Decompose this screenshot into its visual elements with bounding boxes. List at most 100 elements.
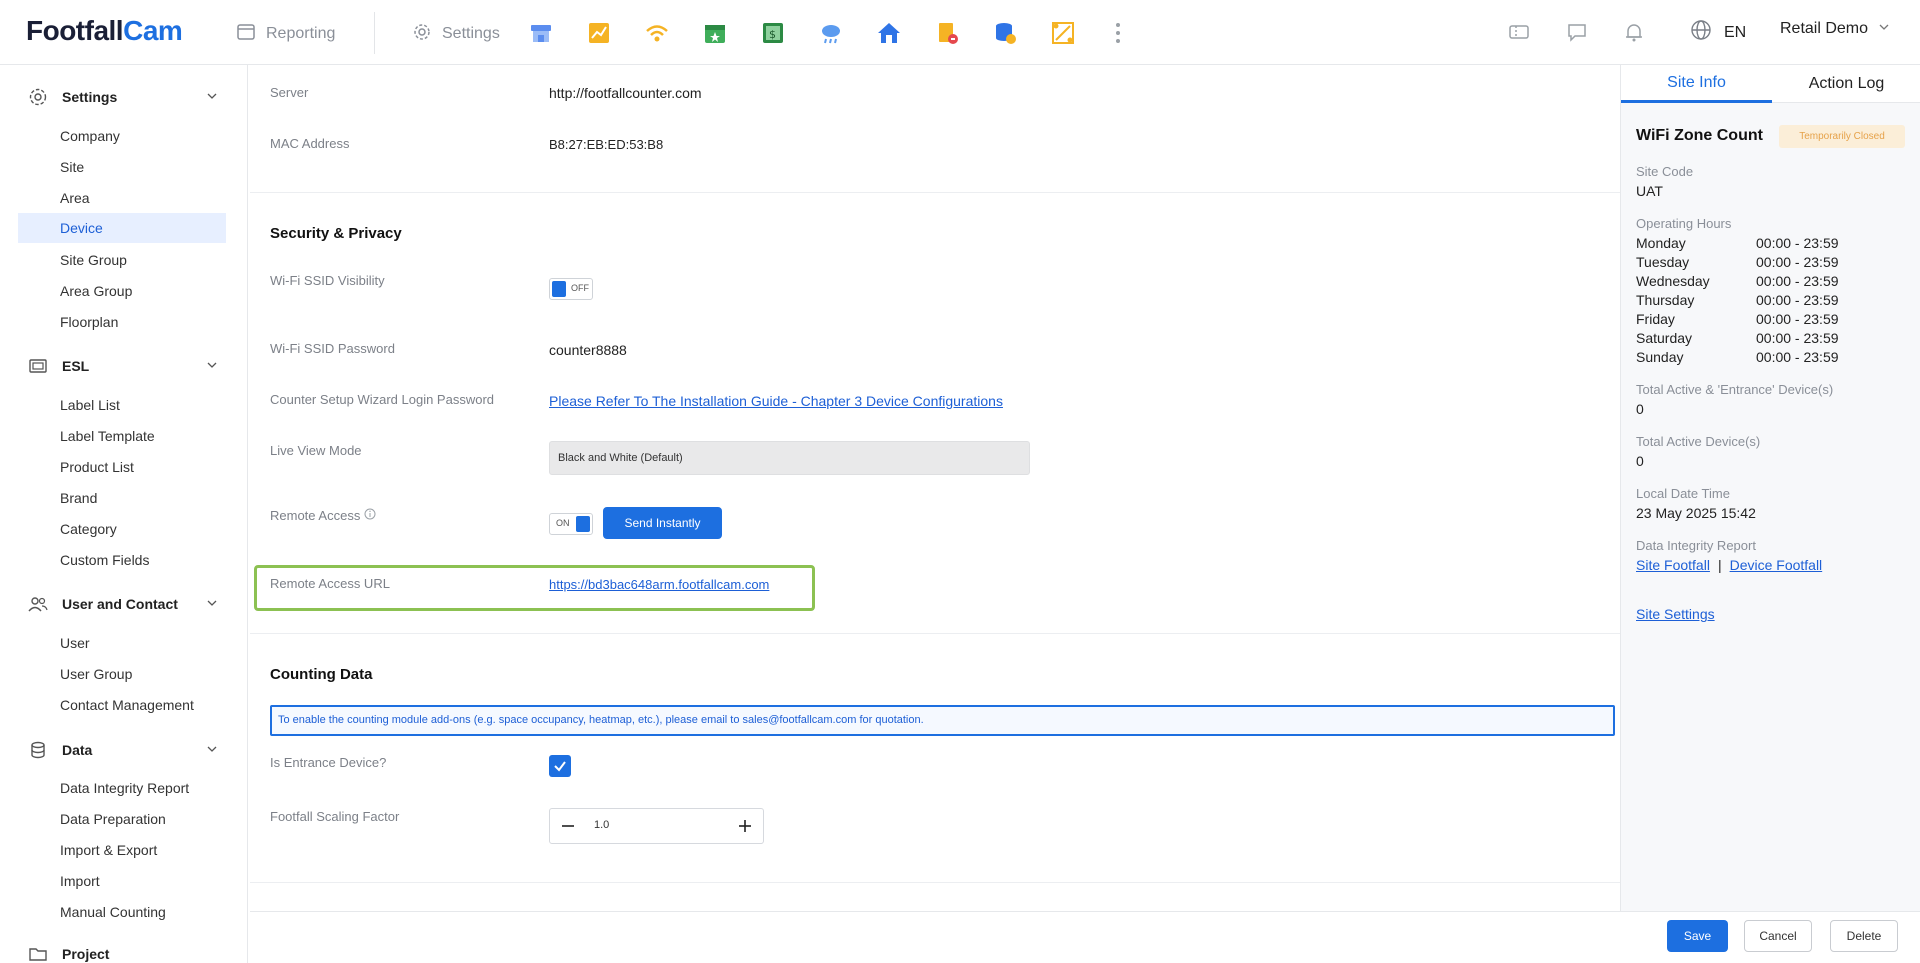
sidebar-section-project[interactable]: Project [28,942,218,963]
ssid-password-value: counter8888 [549,342,627,358]
decrement-button[interactable] [550,809,586,843]
bell-icon[interactable] [1621,19,1647,45]
svg-text:$: $ [769,28,776,41]
sidebar-item-user-group[interactable]: User Group [18,659,226,689]
sidebar-item-category[interactable]: Category [18,514,226,544]
send-instantly-button[interactable]: Send Instantly [603,507,722,539]
account-menu[interactable]: Retail Demo [1780,20,1890,38]
live-view-mode-select[interactable]: Black and White (Default) [549,441,1030,475]
addon-notice-banner: To enable the counting module add-ons (e… [270,705,1615,736]
more-apps-icon[interactable] [1110,18,1126,48]
hours-day: Tuesday [1636,254,1690,270]
delete-button[interactable]: Delete [1830,920,1898,952]
mac-address-label: MAC Address [270,136,350,151]
users-icon [28,594,48,614]
entrance-device-label: Is Entrance Device? [270,755,387,770]
remote-access-url-link[interactable]: https://bd3bac648arm.footfallcam.com [549,577,769,592]
logo-part-1: Footfall [26,15,124,46]
spreadsheet-icon[interactable]: $ [759,19,787,47]
site-footfall-link[interactable]: Site Footfall [1636,557,1710,573]
status-badge: Temporarily Closed [1779,125,1905,148]
chevron-down-icon [206,358,218,374]
calendar-icon[interactable] [701,19,729,47]
sidebar-item-site[interactable]: Site [18,152,226,182]
shop-icon[interactable] [527,19,555,47]
language-selector[interactable]: EN [1690,19,1746,46]
sidebar-item-data-integrity-report[interactable]: Data Integrity Report [18,773,226,803]
sidebar-item-custom-fields[interactable]: Custom Fields [18,545,226,575]
device-footfall-link[interactable]: Device Footfall [1730,557,1823,573]
sidebar-item-area[interactable]: Area [18,183,226,213]
sidebar-section-data[interactable]: Data [28,738,218,762]
ssid-password-label: Wi-Fi SSID Password [270,341,395,356]
increment-button[interactable] [727,809,763,843]
remote-access-toggle[interactable]: ON [549,513,593,535]
sidebar-item-data-preparation[interactable]: Data Preparation [18,804,226,834]
sidebar-item-import-export[interactable]: Import & Export [18,835,226,865]
hours-time: 00:00 - 23:59 [1756,235,1839,251]
sidebar-section-label: Project [62,946,110,962]
nav-reporting[interactable]: Reporting [236,22,335,46]
tab-site-info[interactable]: Site Info [1621,65,1772,103]
ssid-visibility-label: Wi-Fi SSID Visibility [270,273,385,288]
ssid-visibility-toggle[interactable]: OFF [549,278,593,300]
sidebar-section-esl[interactable]: ESL [28,354,218,378]
wifi-icon[interactable] [643,19,671,47]
total-active-value: 0 [1636,453,1644,469]
wizard-password-label: Counter Setup Wizard Login Password [270,392,495,407]
sidebar-item-import[interactable]: Import [18,866,226,896]
hours-time: 00:00 - 23:59 [1756,292,1839,308]
section-divider [250,882,1620,883]
sidebar-section-user-contact[interactable]: User and Contact [28,592,218,616]
sidebar-item-area-group[interactable]: Area Group [18,276,226,306]
checkmark-icon [554,761,566,772]
local-time-label: Local Date Time [1636,486,1730,501]
sidebar-item-contact-management[interactable]: Contact Management [18,690,226,720]
sidebar-item-product-list[interactable]: Product List [18,452,226,482]
database-icon[interactable] [991,19,1019,47]
sidebar-item-company[interactable]: Company [18,121,226,151]
toggle-state-label: ON [556,518,570,528]
footfallcam-logo[interactable]: FootfallCam [26,14,183,48]
chat-icon[interactable] [1564,19,1590,45]
weather-icon[interactable] [817,19,845,47]
hours-day: Sunday [1636,349,1684,365]
sidebar-item-device[interactable]: Device [18,213,226,243]
sidebar-item-manual-counting[interactable]: Manual Counting [18,897,226,927]
ticket-icon[interactable] [1506,19,1532,45]
save-button[interactable]: Save [1667,920,1728,952]
installation-guide-link[interactable]: Please Refer To The Installation Guide -… [549,393,1003,409]
toggle-knob [552,281,566,297]
total-entrance-label: Total Active & 'Entrance' Device(s) [1636,382,1834,397]
folder-icon [28,944,48,963]
sidebar-item-brand[interactable]: Brand [18,483,226,513]
nav-settings[interactable]: Settings [412,22,500,46]
settings-gear-icon [412,22,432,47]
tab-action-log[interactable]: Action Log [1772,65,1920,103]
hours-time: 00:00 - 23:59 [1756,311,1839,327]
sidebar-item-site-group[interactable]: Site Group [18,245,226,275]
sidebar-item-user[interactable]: User [18,628,226,658]
entrance-device-checkbox[interactable] [549,755,571,777]
sidebar: Settings Company Site Area Device Site G… [0,65,248,963]
info-icon[interactable] [364,508,376,523]
diagram-icon[interactable] [1049,19,1077,47]
chart-icon[interactable] [585,19,613,47]
scaling-factor-value[interactable]: 1.0 [594,819,609,831]
sidebar-item-label-template[interactable]: Label Template [18,421,226,451]
sidebar-section-settings[interactable]: Settings [28,85,218,109]
home-icon[interactable] [875,19,903,47]
document-alert-icon[interactable] [933,19,961,47]
sidebar-item-floorplan[interactable]: Floorplan [18,307,226,337]
hours-time: 00:00 - 23:59 [1756,273,1839,289]
total-entrance-value: 0 [1636,401,1644,417]
site-settings-link[interactable]: Site Settings [1636,606,1715,622]
account-name: Retail Demo [1780,20,1869,37]
toggle-knob [576,516,590,532]
hours-day: Wednesday [1636,273,1710,289]
site-code-value: UAT [1636,183,1663,199]
site-settings-link-wrapper: Site Settings [1636,606,1715,622]
sidebar-item-label-list[interactable]: Label List [18,390,226,420]
cancel-button[interactable]: Cancel [1744,920,1812,952]
sidebar-section-label: Settings [62,89,118,105]
